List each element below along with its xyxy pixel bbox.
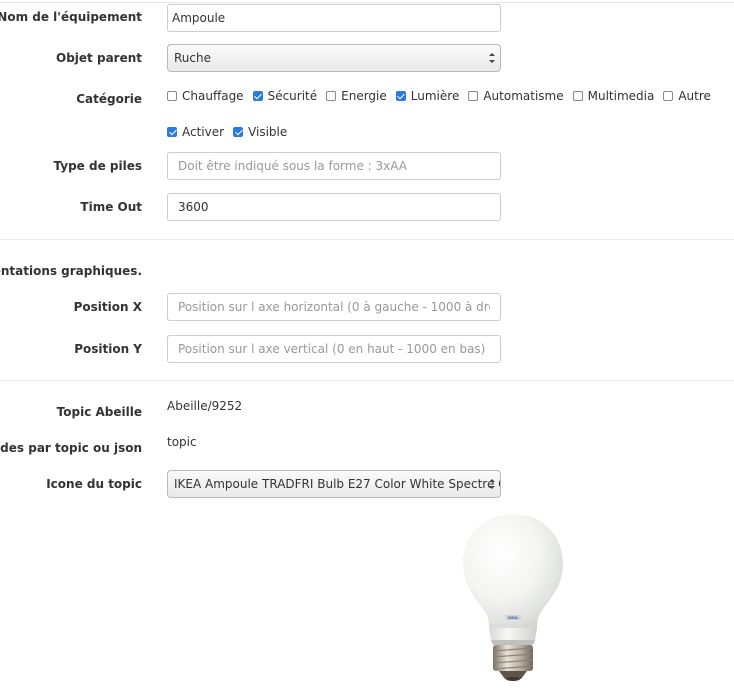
topic-icon-label: Icone du topic bbox=[46, 477, 142, 491]
section-divider bbox=[0, 239, 734, 240]
checkbox[interactable] bbox=[663, 90, 674, 101]
top-divider bbox=[0, 2, 734, 3]
checkbox[interactable] bbox=[572, 90, 583, 101]
parent-object-value: Ruche bbox=[174, 51, 211, 65]
category-option-label: Energie bbox=[341, 88, 387, 103]
category-option-label: Automatisme bbox=[483, 88, 564, 103]
section-divider bbox=[0, 380, 734, 381]
category-checkboxes: Chauffage Sécurité Energie Lumière Automatis… bbox=[167, 88, 720, 103]
state-option-label: Visible bbox=[248, 124, 288, 139]
category-option[interactable]: Automatisme bbox=[468, 88, 564, 103]
battery-type-label: Type de piles bbox=[53, 159, 143, 173]
battery-type-input[interactable] bbox=[167, 152, 501, 180]
select-arrows-icon bbox=[489, 479, 495, 489]
category-option-label: Sécurité bbox=[267, 88, 318, 103]
state-checkboxes: Activer Visible bbox=[167, 124, 296, 139]
commands-mode-value: topic bbox=[167, 435, 197, 449]
category-option-label: Autre bbox=[678, 88, 711, 103]
state-option-label: Activer bbox=[182, 124, 225, 139]
category-option[interactable]: Autre bbox=[663, 89, 711, 103]
checkbox[interactable] bbox=[326, 90, 337, 101]
category-option-label: Multimedia bbox=[587, 88, 655, 103]
topic-abeille-label: Topic Abeille bbox=[56, 405, 142, 419]
category-label: Catégorie bbox=[76, 92, 142, 106]
checkbox[interactable] bbox=[252, 90, 263, 101]
state-option[interactable]: Visible bbox=[233, 125, 287, 139]
category-option[interactable]: Sécurité bbox=[252, 88, 318, 103]
position-y-input[interactable] bbox=[167, 335, 501, 363]
checkbox[interactable] bbox=[167, 126, 177, 137]
commands-mode-label: nandes par topic ou json bbox=[0, 441, 142, 455]
select-arrows-icon bbox=[489, 53, 495, 63]
topic-icon-value: IKEA Ampoule TRADFRI Bulb E27 Color Whit… bbox=[174, 477, 500, 491]
checkbox[interactable] bbox=[233, 126, 244, 137]
timeout-input[interactable] bbox=[167, 193, 501, 221]
lightbulb-image: IKEA bbox=[463, 514, 563, 681]
topic-abeille-value: Abeille/9252 bbox=[167, 399, 243, 413]
position-x-input[interactable] bbox=[167, 293, 501, 321]
position-x-label: Position X bbox=[73, 300, 142, 314]
position-y-label: Position Y bbox=[74, 342, 142, 356]
checkbox[interactable] bbox=[468, 90, 479, 101]
timeout-label: Time Out bbox=[80, 200, 142, 214]
state-option[interactable]: Activer bbox=[167, 125, 224, 139]
graphics-section-label: esentations graphiques. bbox=[0, 264, 142, 278]
category-option-label: Chauffage bbox=[182, 88, 244, 103]
parent-object-select[interactable]: Ruche bbox=[167, 44, 501, 72]
category-option-label: Lumière bbox=[410, 88, 460, 103]
topic-icon-select[interactable]: IKEA Ampoule TRADFRI Bulb E27 Color Whit… bbox=[167, 470, 501, 498]
brand-text: IKEA bbox=[508, 615, 518, 620]
checkbox[interactable] bbox=[395, 90, 406, 101]
checkbox[interactable] bbox=[167, 90, 177, 101]
equipment-name-label: Nom de l'équipement bbox=[0, 10, 142, 24]
equipment-name-input[interactable] bbox=[167, 4, 501, 32]
category-option[interactable]: Multimedia bbox=[572, 88, 655, 103]
category-option[interactable]: Chauffage bbox=[167, 89, 244, 103]
category-option[interactable]: Energie bbox=[326, 89, 387, 103]
parent-object-label: Objet parent bbox=[56, 51, 142, 65]
category-option[interactable]: Lumière bbox=[395, 88, 460, 103]
